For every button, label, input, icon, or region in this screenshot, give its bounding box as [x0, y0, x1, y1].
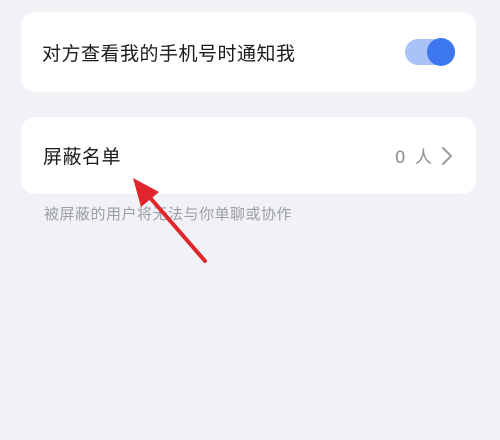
- block-list-row[interactable]: 屏蔽名单 0 人: [21, 117, 476, 194]
- block-list-right: 0 人: [395, 143, 454, 168]
- notify-toggle[interactable]: [405, 38, 455, 66]
- toggle-knob: [427, 38, 455, 66]
- notify-setting-row: 对方查看我的手机号时通知我: [21, 12, 476, 92]
- block-hint-text: 被屏蔽的用户将无法与你单聊或协作: [44, 205, 293, 223]
- block-list-label: 屏蔽名单: [43, 146, 122, 168]
- notify-setting-label: 对方查看我的手机号时通知我: [42, 42, 296, 65]
- block-count: 0 人: [394, 148, 434, 168]
- chevron-right-icon: [442, 146, 452, 165]
